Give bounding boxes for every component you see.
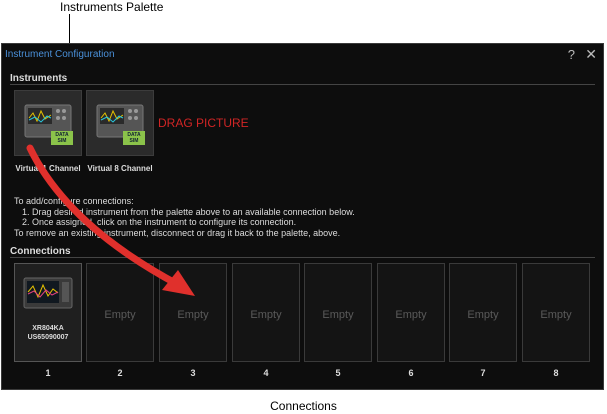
instruments-palette-callout: Instruments Palette — [60, 0, 164, 14]
instrument-configuration-dialog: Instrument Configuration ? ✕ Instruments… — [1, 43, 604, 390]
connections-callout: Connections — [270, 399, 337, 413]
drag-arrow-icon — [26, 144, 195, 296]
